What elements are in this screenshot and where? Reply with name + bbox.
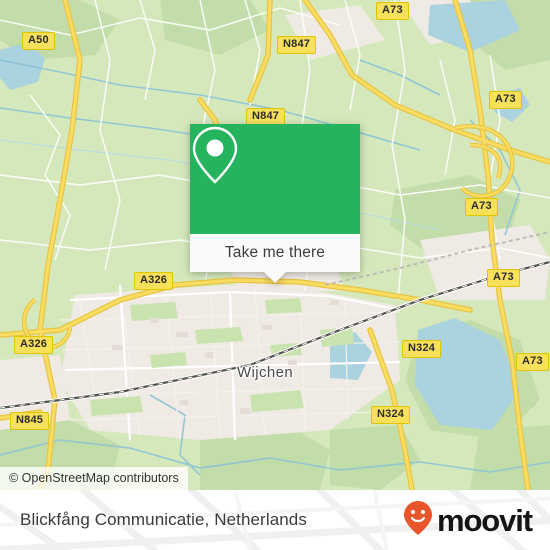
road-shield: A73: [376, 2, 409, 20]
moovit-smiley-pin-icon: [403, 500, 433, 541]
osm-attribution[interactable]: © OpenStreetMap contributors: [0, 467, 188, 490]
take-me-there-label: Take me there: [224, 244, 326, 261]
page-title: Blickfång Communicatie, Netherlands: [20, 510, 307, 529]
road-shield: N324: [402, 340, 442, 358]
map-canvas[interactable]: A50 N847 A73 A73 N847 A73 A326 A326 A73 …: [0, 0, 550, 490]
place-label-wijchen: Wijchen: [237, 364, 294, 381]
footer-bar: Blickfång Communicatie, Netherlands moov…: [0, 490, 550, 550]
road-shield: A73: [489, 91, 522, 109]
road-shield: A326: [14, 336, 54, 354]
moovit-logo[interactable]: moovit: [403, 490, 533, 550]
road-shield: N847: [277, 36, 317, 54]
road-shield: A73: [516, 353, 549, 371]
popup-pin-area: [190, 124, 360, 234]
road-shield: A73: [465, 198, 498, 216]
take-me-there-popup[interactable]: Take me there: [190, 124, 360, 283]
road-shield: A326: [134, 272, 174, 290]
road-shield: A50: [22, 32, 55, 50]
road-shield: N324: [371, 406, 411, 424]
take-me-there-button[interactable]: Take me there: [190, 234, 360, 283]
moovit-map-page: A50 N847 A73 A73 N847 A73 A326 A326 A73 …: [0, 0, 550, 550]
moovit-wordmark: moovit: [436, 502, 533, 538]
road-shield: N845: [10, 412, 50, 430]
popup-arrow-icon: [264, 272, 286, 283]
road-shield: A73: [487, 269, 520, 287]
